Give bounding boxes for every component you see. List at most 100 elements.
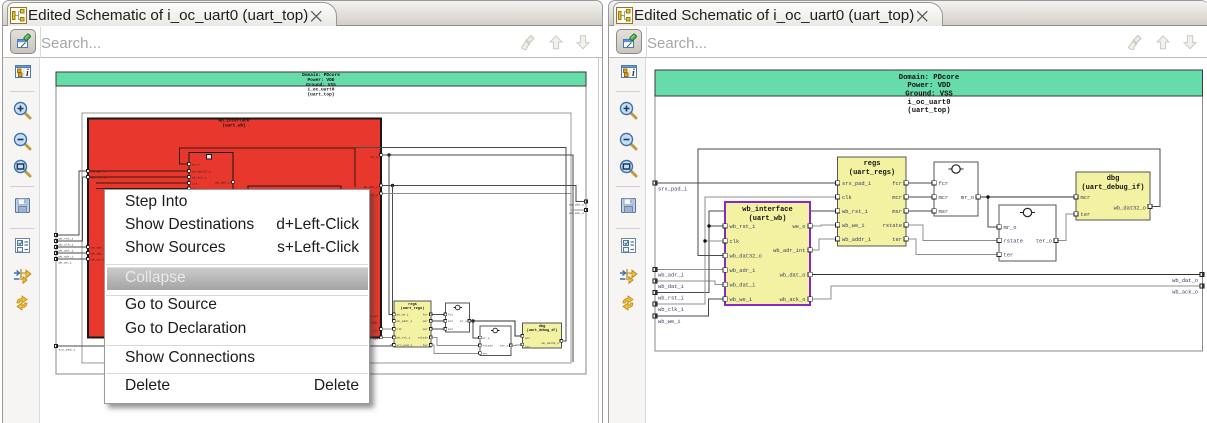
svg-text:dbg: dbg [1107,175,1120,183]
svg-text:wb_dat_o: wb_dat_o [780,273,806,279]
svg-text:wb_dat32_o: wb_dat32_o [730,254,762,260]
svg-text:wb_dat32_o: wb_dat32_o [192,169,211,173]
svg-text:mcr: mcr [1081,195,1091,201]
svg-text:Ground: VSS: Ground: VSS [306,82,336,88]
svg-text:we_o: we_o [793,224,806,230]
svg-text:wb_dat_i: wb_dat_i [658,284,684,290]
svg-text:wb_we_i: wb_we_i [397,313,409,317]
svg-text:(uart_debug_if): (uart_debug_if) [527,328,558,333]
svg-text:ter_o: ter_o [1036,239,1052,245]
svg-text:(uart_regs): (uart_regs) [849,169,895,177]
svg-text:mr_o: mr_o [371,156,378,159]
svg-text:msr: msr [448,328,453,331]
svg-text:(uart_wb): (uart_wb) [222,124,245,129]
svg-text:mcr: mcr [423,320,428,323]
svg-text:ter: ter [1081,212,1091,218]
svg-text:mr_o: mr_o [460,320,467,323]
svg-text:wb_addr_i: wb_addr_i [397,319,413,323]
svg-text:mr_o: mr_o [483,337,490,340]
svg-text:(uart_top): (uart_top) [307,91,334,97]
svg-text:mr_o: mr_o [961,195,974,201]
svg-text:wb_adr_i: wb_adr_i [59,255,74,259]
svg-text:i_oc_uart0: i_oc_uart0 [907,99,950,107]
svg-text:wb_interface: wb_interface [742,206,792,214]
svg-text:i: i [26,68,29,78]
svg-text:Power: VDD: Power: VDD [307,77,334,83]
svg-text:wb_we_i: wb_we_i [59,261,72,265]
svg-text:clk: clk [397,327,402,331]
svg-text:wb_rst_i: wb_rst_i [91,175,106,179]
svg-text:wb_dat_i: wb_dat_i [730,283,756,289]
svg-text:(uart_wb): (uart_wb) [749,215,787,223]
svg-text:wb_dat32_o: wb_dat32_o [1114,206,1146,212]
svg-text:srx_pad_i: srx_pad_i [658,187,687,193]
svg-text:srx_pad_i: srx_pad_i [59,348,76,352]
svg-text:mcr: mcr [892,195,902,201]
svg-text:rstate: rstate [483,345,494,348]
svg-text:wb_adr_i: wb_adr_i [91,169,106,173]
svg-text:wb_clk_i: wb_clk_i [59,243,74,247]
svg-text:(uart_regs): (uart_regs) [401,306,425,311]
svg-text:wb_ack_o: wb_ack_o [1172,290,1198,296]
svg-text:srx_pad_i: srx_pad_i [397,343,413,347]
svg-text:ter: ter [1004,253,1014,259]
svg-text:msr: msr [423,328,428,331]
svg-text:i_oc_uart0: i_oc_uart0 [307,87,334,93]
svg-text:ter_o: ter_o [500,345,509,348]
svg-text:fcr: fcr [892,181,902,187]
svg-text:ter: ter [483,353,488,356]
svg-text:clk: clk [842,195,852,201]
svg-text:mr_o: mr_o [1004,225,1017,231]
svg-text:wb_dat_i: wb_dat_i [59,249,74,253]
svg-text:fcr: fcr [423,313,428,317]
svg-text:(uart_debug_if): (uart_debug_if) [1081,184,1144,192]
svg-text:msr: msr [892,209,902,215]
svg-text:Ground: VSS: Ground: VSS [905,90,953,98]
svg-text:wb_ack_o: wb_ack_o [780,297,806,303]
svg-text:we_o: we_o [192,162,200,166]
svg-text:wb_rst_i: wb_rst_i [658,296,684,302]
svg-text:regs: regs [408,302,417,307]
svg-text:wb_rst_i: wb_rst_i [397,336,411,340]
svg-text:wb_adr_i: wb_adr_i [730,268,756,274]
svg-text:wb_sel_i: wb_sel_i [192,175,207,179]
svg-text:ter: ter [892,237,902,243]
svg-text:clk: clk [730,239,740,245]
svg-text:wb_dat_o: wb_dat_o [569,203,584,207]
svg-text:mcr: mcr [525,337,530,340]
svg-text:wb_rst_i: wb_rst_i [59,237,74,241]
svg-text:wb_dat32_o: wb_dat32_o [542,341,560,345]
svg-text:wb_ack_o: wb_ack_o [569,211,584,215]
svg-text:mcr: mcr [939,195,949,201]
svg-text:mcr: mcr [448,320,453,323]
svg-text:msr: msr [939,209,949,215]
svg-text:(uart_top): (uart_top) [907,107,950,115]
svg-text:Power: VDD: Power: VDD [907,82,951,90]
svg-text:fcr: fcr [448,313,453,317]
svg-text:clk: clk [192,181,198,185]
svg-text:wb_we: wb_we [369,314,378,318]
svg-text:dbg: dbg [539,324,545,329]
svg-text:regs: regs [864,160,881,168]
svg-text:ter: ter [525,346,530,349]
svg-text:wb_adr_int: wb_adr_int [773,248,805,254]
svg-text:ter: ter [423,344,428,347]
svg-text:rstate: rstate [883,223,902,229]
svg-text:wb_we_i: wb_we_i [842,223,865,229]
svg-text:fcr: fcr [939,181,949,187]
svg-text:wb_dat_o: wb_dat_o [1172,278,1198,284]
svg-text:srx_pad_i: srx_pad_i [842,181,871,187]
svg-text:wb_we_i: wb_we_i [730,297,753,303]
svg-text:wb_we_i: wb_we_i [91,257,104,261]
svg-text:Domain: PDcore: Domain: PDcore [302,72,340,78]
svg-text:wb_addr_i: wb_addr_i [842,237,871,243]
svg-text:wb_interface: wb_interface [219,119,250,124]
svg-text:wb_rst_i: wb_rst_i [730,224,756,230]
svg-text:clk: clk [373,328,379,332]
svg-text:wb_dat_o: wb_dat_o [215,181,230,185]
svg-text:wb_clk_i: wb_clk_i [658,307,684,313]
svg-text:Domain: PDcore: Domain: PDcore [899,74,959,82]
svg-text:rstate: rstate [418,337,429,340]
svg-text:wb_adr_i: wb_adr_i [658,273,684,279]
svg-text:wb_we_i: wb_we_i [658,319,681,325]
